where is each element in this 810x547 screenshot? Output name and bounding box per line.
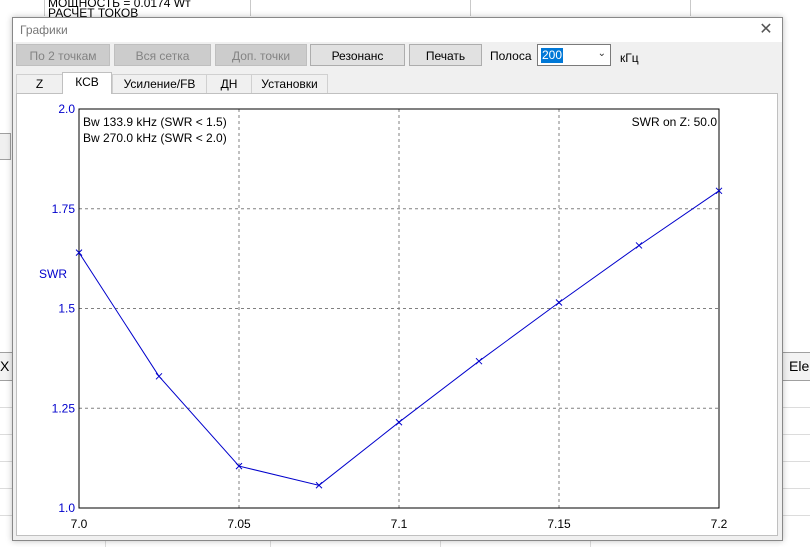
y-tick-label: 1.0 xyxy=(58,501,75,515)
swr-data-point xyxy=(475,357,483,365)
background-divider xyxy=(44,0,45,16)
tab-gain-fb[interactable]: Усиление/FB xyxy=(112,74,207,93)
y-tick-labels: 1.0 1.25 1.5 1.75 2.0 xyxy=(52,102,76,515)
x-tick-labels: 7.0 7.05 7.1 7.15 7.2 xyxy=(71,517,728,531)
swr-data-point xyxy=(395,418,403,426)
background-divider xyxy=(470,0,471,16)
x-tick-label: 7.0 xyxy=(71,517,88,531)
background-divider xyxy=(250,0,251,16)
tab-swr[interactable]: КСВ xyxy=(62,72,112,94)
swr-data-point xyxy=(635,242,643,249)
graphs-dialog: Графики ✕ По 2 точкам Вся сетка Доп. точ… xyxy=(12,17,783,541)
y-tick-label: 1.5 xyxy=(58,302,75,316)
window-title: Графики xyxy=(20,23,68,37)
y-tick-label: 2.0 xyxy=(58,102,75,116)
y-axis-label: SWR xyxy=(39,267,67,281)
band-select[interactable]: 200 ⌄ xyxy=(537,44,611,66)
full-grid-button[interactable]: Вся сетка xyxy=(114,44,211,66)
two-points-button[interactable]: По 2 точкам xyxy=(16,44,110,66)
bandwidth-annotation-1: Bw 133.9 kHz (SWR < 1.5) xyxy=(83,115,227,129)
background-table-header-right: Ele xyxy=(780,352,810,381)
x-tick-label: 7.15 xyxy=(547,517,571,531)
extra-points-button[interactable]: Доп. точки xyxy=(215,44,307,66)
background-button[interactable] xyxy=(0,133,11,160)
close-icon[interactable]: ✕ xyxy=(756,20,776,40)
background-divider xyxy=(690,0,691,16)
band-value: 200 xyxy=(541,48,564,63)
swr-data-point xyxy=(155,372,163,380)
y-tick-label: 1.25 xyxy=(52,401,76,415)
chart-grid xyxy=(79,109,719,508)
print-button[interactable]: Печать xyxy=(409,44,482,66)
tab-settings[interactable]: Установки xyxy=(251,74,328,93)
x-tick-label: 7.1 xyxy=(391,517,408,531)
band-label: Полоса xyxy=(490,49,532,63)
tab-bar: Z КСВ Усиление/FB ДН Установки xyxy=(16,72,776,94)
chart-panel: 1.0 1.25 1.5 1.75 2.0 7.0 7.05 7.1 7.15 7.2 SWR … xyxy=(16,93,778,536)
band-unit: кГц xyxy=(620,51,639,65)
resonance-button[interactable]: Резонанс xyxy=(310,44,405,66)
swr-chart: 1.0 1.25 1.5 1.75 2.0 7.0 7.05 7.1 7.15 7.2 SWR … xyxy=(39,102,728,531)
x-tick-label: 7.05 xyxy=(227,517,251,531)
y-tick-label: 1.75 xyxy=(52,202,76,216)
swr-on-z-annotation: SWR on Z: 50.0 xyxy=(632,115,718,129)
x-tick-label: 7.2 xyxy=(711,517,728,531)
chevron-down-icon[interactable]: ⌄ xyxy=(598,48,606,59)
toolbar: По 2 точкам Вся сетка Доп. точки Резонан… xyxy=(13,44,782,70)
title-bar[interactable]: Графики ✕ xyxy=(13,18,782,42)
tab-z[interactable]: Z xyxy=(16,74,63,93)
bandwidth-annotation-2: Bw 270.0 kHz (SWR < 2.0) xyxy=(83,131,227,145)
tab-pattern[interactable]: ДН xyxy=(206,74,252,93)
swr-data-point xyxy=(555,299,563,306)
